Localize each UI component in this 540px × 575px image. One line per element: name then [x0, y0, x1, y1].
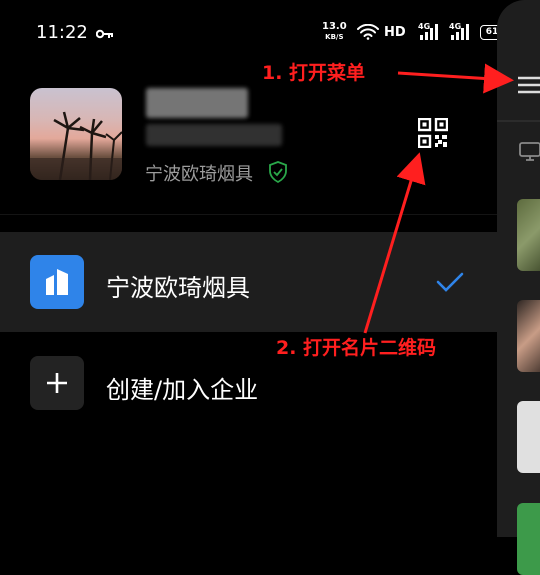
annotation-arrows: [363, 63, 514, 334]
arrow-to-qr-code: [363, 152, 426, 334]
arrow-to-menu: [397, 63, 514, 94]
